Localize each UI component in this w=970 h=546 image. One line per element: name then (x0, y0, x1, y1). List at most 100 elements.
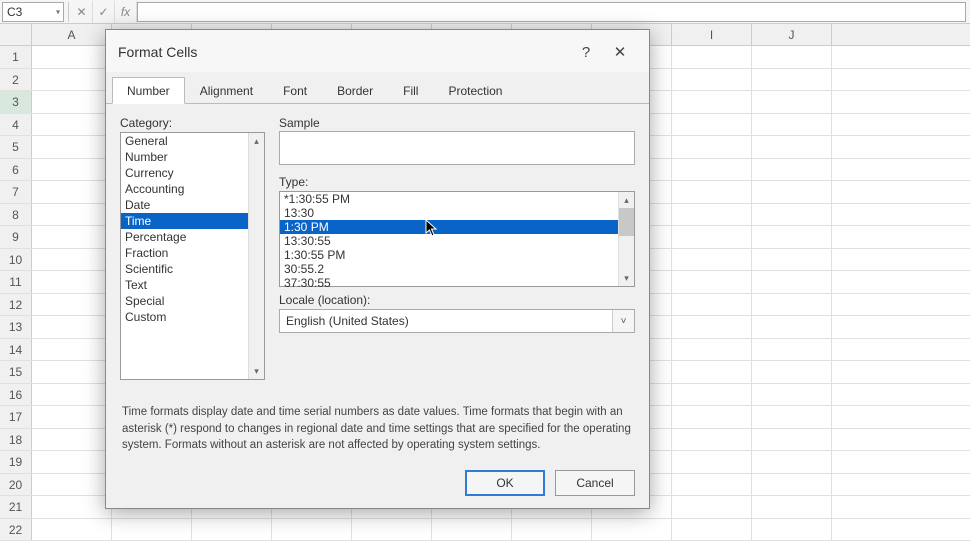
row-header[interactable]: 4 (0, 114, 32, 136)
row-header[interactable]: 18 (0, 429, 32, 451)
cell[interactable] (672, 204, 752, 226)
cell[interactable] (752, 294, 832, 316)
row-header[interactable]: 1 (0, 46, 32, 68)
list-item[interactable]: 13:30:55 (280, 234, 634, 248)
list-item[interactable]: Date (121, 197, 264, 213)
row-header[interactable]: 17 (0, 406, 32, 428)
cell[interactable] (672, 406, 752, 428)
cell[interactable] (672, 519, 752, 541)
cell[interactable] (672, 271, 752, 293)
cell[interactable] (752, 91, 832, 113)
row-header[interactable]: 11 (0, 271, 32, 293)
list-item[interactable]: Custom (121, 309, 264, 325)
cell[interactable] (112, 519, 192, 541)
cell[interactable] (752, 339, 832, 361)
row-header[interactable]: 21 (0, 496, 32, 518)
cell[interactable] (32, 159, 112, 181)
list-item[interactable]: Text (121, 277, 264, 293)
cell[interactable] (32, 114, 112, 136)
cell[interactable] (32, 406, 112, 428)
cell[interactable] (752, 474, 832, 496)
cell[interactable] (32, 519, 112, 541)
cell[interactable] (592, 519, 672, 541)
cell[interactable] (752, 429, 832, 451)
enter-formula-icon[interactable]: ✓ (93, 1, 115, 23)
column-header[interactable]: I (672, 24, 752, 45)
list-item[interactable]: Currency (121, 165, 264, 181)
cell[interactable] (32, 249, 112, 271)
name-box[interactable]: C3 ▾ (2, 2, 64, 22)
list-item[interactable]: 37:30:55 (280, 276, 634, 290)
column-header[interactable]: J (752, 24, 832, 45)
cell[interactable] (672, 496, 752, 518)
tab-alignment[interactable]: Alignment (185, 77, 268, 104)
scrollbar[interactable]: ▴ ▾ (618, 192, 634, 286)
cell[interactable] (672, 316, 752, 338)
close-button[interactable]: ✕ (603, 40, 637, 64)
cell[interactable] (432, 519, 512, 541)
scroll-down-icon[interactable]: ▾ (619, 270, 634, 286)
cell[interactable] (32, 474, 112, 496)
cell[interactable] (672, 46, 752, 68)
fx-icon[interactable]: fx (115, 1, 137, 23)
cell[interactable] (32, 91, 112, 113)
ok-button[interactable]: OK (465, 470, 545, 496)
cell[interactable] (192, 519, 272, 541)
cell[interactable] (272, 519, 352, 541)
cell[interactable] (32, 429, 112, 451)
tab-number[interactable]: Number (112, 77, 185, 104)
scroll-thumb[interactable] (619, 208, 634, 236)
row-header[interactable]: 3 (0, 91, 32, 113)
row-header[interactable]: 13 (0, 316, 32, 338)
tab-font[interactable]: Font (268, 77, 322, 104)
cell[interactable] (752, 406, 832, 428)
cell[interactable] (672, 361, 752, 383)
tab-protection[interactable]: Protection (433, 77, 517, 104)
row-header[interactable]: 12 (0, 294, 32, 316)
cell[interactable] (752, 384, 832, 406)
row-header[interactable]: 2 (0, 69, 32, 91)
cell[interactable] (752, 519, 832, 541)
scrollbar[interactable]: ▴ ▾ (248, 133, 264, 379)
cell[interactable] (32, 181, 112, 203)
row-header[interactable]: 6 (0, 159, 32, 181)
list-item[interactable]: Special (121, 293, 264, 309)
row-header[interactable]: 10 (0, 249, 32, 271)
list-item[interactable]: Percentage (121, 229, 264, 245)
cell[interactable] (752, 69, 832, 91)
cell[interactable] (32, 69, 112, 91)
cell[interactable] (752, 249, 832, 271)
cell[interactable] (672, 294, 752, 316)
list-item[interactable]: General (121, 133, 264, 149)
cell[interactable] (752, 181, 832, 203)
row-header[interactable]: 14 (0, 339, 32, 361)
formula-input[interactable] (137, 2, 966, 22)
cell[interactable] (672, 339, 752, 361)
cell[interactable] (32, 294, 112, 316)
cell[interactable] (672, 384, 752, 406)
cell[interactable] (752, 361, 832, 383)
cell[interactable] (32, 204, 112, 226)
cancel-button[interactable]: Cancel (555, 470, 635, 496)
row-header[interactable]: 19 (0, 451, 32, 473)
cell[interactable] (672, 136, 752, 158)
list-item[interactable]: 13:30 (280, 206, 634, 220)
cell[interactable] (752, 226, 832, 248)
row-header[interactable]: 16 (0, 384, 32, 406)
row-header[interactable]: 7 (0, 181, 32, 203)
column-header[interactable]: A (32, 24, 112, 45)
cell[interactable] (752, 46, 832, 68)
row-header[interactable]: 20 (0, 474, 32, 496)
list-item[interactable]: Accounting (121, 181, 264, 197)
row-header[interactable]: 8 (0, 204, 32, 226)
cell[interactable] (752, 159, 832, 181)
cell[interactable] (352, 519, 432, 541)
cell[interactable] (32, 339, 112, 361)
cell[interactable] (512, 519, 592, 541)
category-listbox[interactable]: GeneralNumberCurrencyAccountingDateTimeP… (120, 132, 265, 380)
list-item[interactable]: Time (121, 213, 264, 229)
row-header[interactable]: 15 (0, 361, 32, 383)
list-item[interactable]: Fraction (121, 245, 264, 261)
select-all-corner[interactable] (0, 24, 32, 45)
cell[interactable] (672, 474, 752, 496)
